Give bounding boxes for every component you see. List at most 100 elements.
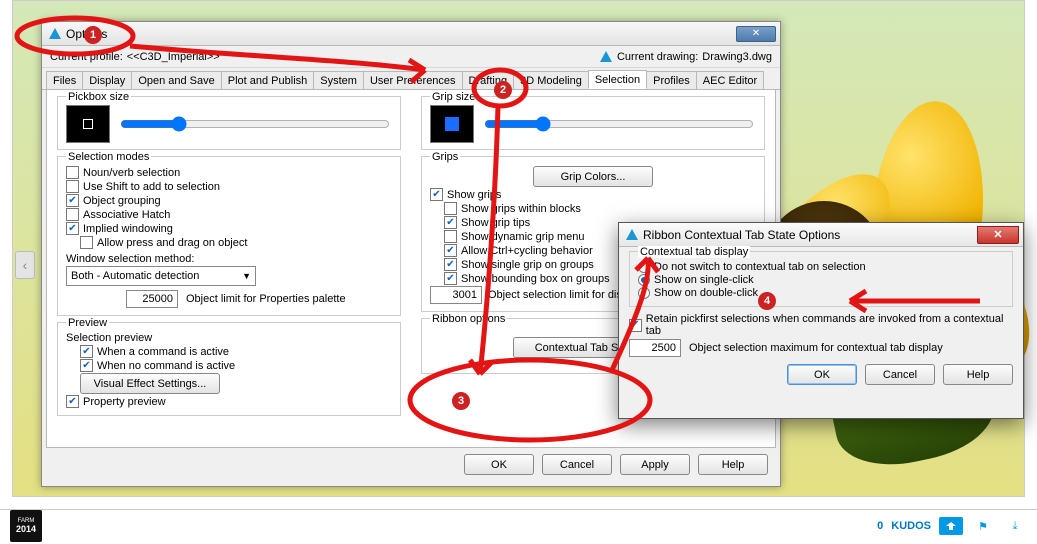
kudos-count: 0 (877, 520, 883, 532)
ctrl-cycling-label: Allow Ctrl+cycling behavior (461, 245, 593, 257)
noun-verb-checkbox[interactable] (66, 166, 79, 179)
object-grouping-checkbox[interactable] (66, 194, 79, 207)
implied-windowing-checkbox[interactable] (66, 222, 79, 235)
options-ok-button[interactable]: OK (464, 454, 534, 475)
drawing-icon (599, 50, 613, 64)
options-tab-strip: Files Display Open and Save Plot and Pub… (42, 68, 780, 90)
property-preview-label: Property preview (83, 396, 166, 408)
ctrl-cycling-checkbox[interactable] (444, 244, 457, 257)
tab-3d-modeling[interactable]: 3D Modeling (513, 71, 589, 89)
when-cmd-active-checkbox[interactable] (80, 345, 93, 358)
no-switch-label: Do not switch to contextual tab on selec… (654, 261, 866, 273)
profile-row: Current profile: <<C3D_Imperial>> Curren… (42, 46, 780, 68)
ribbon-close-button[interactable]: ✕ (977, 226, 1019, 244)
single-grip-groups-label: Show single grip on groups (461, 259, 594, 271)
double-click-radio[interactable] (638, 287, 650, 299)
grip-size-slider[interactable] (484, 116, 754, 132)
contextual-tab-display-group: Contextual tab display Do not switch to … (629, 251, 1013, 307)
kudos-button[interactable] (939, 517, 963, 535)
page-footer: FARM2014 0 KUDOS ⚑ ⤓ (0, 508, 1037, 544)
property-preview-checkbox[interactable] (66, 395, 79, 408)
options-titlebar: Options ✕ (42, 22, 780, 46)
grip-tips-checkbox[interactable] (444, 216, 457, 229)
download-icon[interactable]: ⤓ (1003, 517, 1027, 535)
dynamic-grip-menu-checkbox[interactable] (444, 230, 457, 243)
window-selection-method-value: Both - Automatic detection (71, 270, 199, 282)
grips-within-blocks-label: Show grips within blocks (461, 203, 581, 215)
when-no-cmd-checkbox[interactable] (80, 359, 93, 372)
associative-hatch-label: Associative Hatch (83, 209, 170, 221)
visual-effect-settings-button[interactable]: Visual Effect Settings... (80, 373, 220, 394)
single-click-radio[interactable] (638, 274, 650, 286)
current-profile-value: <<C3D_Imperial>> (127, 51, 220, 63)
implied-windowing-label: Implied windowing (83, 223, 173, 235)
current-drawing-label: Current drawing: (617, 51, 698, 63)
window-selection-method-combo[interactable]: Both - Automatic detection ▼ (66, 266, 256, 286)
bbox-groups-checkbox[interactable] (444, 272, 457, 285)
current-profile-label: Current profile: (50, 51, 123, 63)
options-close-button[interactable]: ✕ (736, 26, 776, 42)
tab-files[interactable]: Files (46, 71, 83, 89)
pickbox-preview (66, 105, 110, 143)
tab-user-preferences[interactable]: User Preferences (363, 71, 463, 89)
ribbon-options-legend: Ribbon options (430, 313, 507, 325)
no-switch-radio[interactable] (638, 261, 650, 273)
contextual-tab-display-legend: Contextual tab display (638, 246, 750, 258)
preview-group: Preview Selection preview When a command… (57, 322, 401, 416)
object-grouping-label: Object grouping (83, 195, 161, 207)
ribbon-contextual-dialog: Ribbon Contextual Tab State Options ✕ Co… (618, 222, 1024, 419)
tab-display[interactable]: Display (82, 71, 132, 89)
tab-plot-and-publish[interactable]: Plot and Publish (221, 71, 315, 89)
chevron-down-icon: ▼ (242, 271, 251, 281)
tab-open-and-save[interactable]: Open and Save (131, 71, 221, 89)
window-selection-method-label: Window selection method: (66, 253, 194, 265)
contextual-max-input[interactable]: 2500 (629, 339, 681, 357)
allow-press-drag-checkbox[interactable] (80, 236, 93, 249)
pickbox-size-label: Pickbox size (66, 91, 131, 103)
contextual-max-label: Object selection maximum for contextual … (689, 342, 943, 354)
pickbox-size-slider[interactable] (120, 116, 390, 132)
show-grips-label: Show grips (447, 189, 501, 201)
ribbon-ok-button[interactable]: OK (787, 364, 857, 385)
retain-pickfirst-checkbox[interactable] (629, 319, 642, 332)
noun-verb-label: Noun/verb selection (83, 167, 180, 179)
grips-within-blocks-checkbox[interactable] (444, 202, 457, 215)
properties-object-limit-label: Object limit for Properties palette (186, 293, 346, 305)
selection-modes-legend: Selection modes (66, 151, 151, 163)
flag-icon[interactable]: ⚑ (971, 517, 995, 535)
single-grip-groups-checkbox[interactable] (444, 258, 457, 271)
properties-object-limit-input[interactable]: 25000 (126, 290, 178, 308)
use-shift-checkbox[interactable] (66, 180, 79, 193)
autodesk-icon (48, 27, 62, 41)
show-grips-checkbox[interactable] (430, 188, 443, 201)
grips-object-limit-input[interactable]: 3001 (430, 286, 482, 304)
associative-hatch-checkbox[interactable] (66, 208, 79, 221)
preview-legend: Preview (66, 317, 109, 329)
tab-aec-editor[interactable]: AEC Editor (696, 71, 764, 89)
allow-press-drag-label: Allow press and drag on object (97, 237, 247, 249)
grip-colors-button[interactable]: Grip Colors... (533, 166, 653, 187)
options-help-button[interactable]: Help (698, 454, 768, 475)
bbox-groups-label: Show bounding box on groups (461, 273, 610, 285)
tab-selection[interactable]: Selection (588, 70, 647, 89)
options-apply-button[interactable]: Apply (620, 454, 690, 475)
grip-size-legend: Grip size (430, 91, 477, 103)
grip-size-preview (430, 105, 474, 143)
grips-legend: Grips (430, 151, 460, 163)
options-title: Options (66, 27, 736, 41)
grip-tips-label: Show grip tips (461, 217, 530, 229)
double-click-label: Show on double-click (654, 287, 758, 299)
options-cancel-button[interactable]: Cancel (542, 454, 612, 475)
ribbon-help-button[interactable]: Help (943, 364, 1013, 385)
user-avatar: FARM2014 (10, 510, 42, 542)
retain-pickfirst-label: Retain pickfirst selections when command… (646, 313, 1013, 337)
autodesk-icon (625, 228, 639, 242)
single-click-label: Show on single-click (654, 274, 754, 286)
tab-system[interactable]: System (313, 71, 364, 89)
ribbon-cancel-button[interactable]: Cancel (865, 364, 935, 385)
carousel-prev-button[interactable]: ‹ (15, 251, 35, 279)
ribbon-titlebar: Ribbon Contextual Tab State Options ✕ (619, 223, 1023, 247)
tab-profiles[interactable]: Profiles (646, 71, 697, 89)
tab-drafting[interactable]: Drafting (462, 71, 515, 89)
kudos-label: KUDOS (891, 520, 931, 532)
